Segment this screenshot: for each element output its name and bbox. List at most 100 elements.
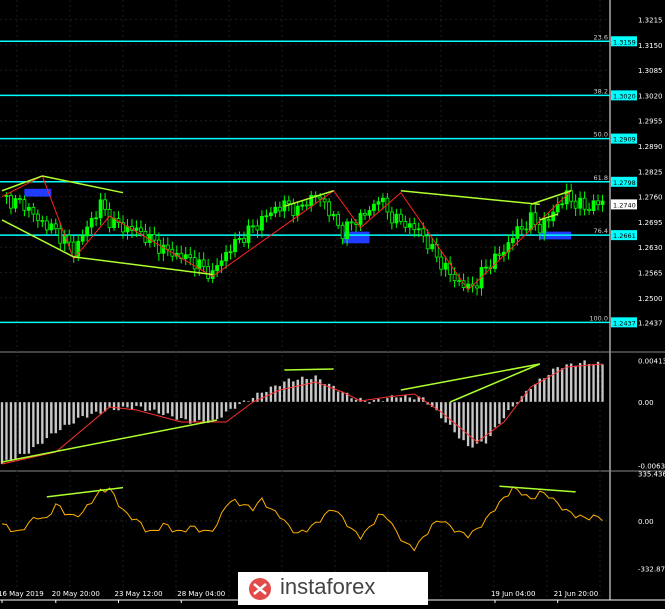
histogram-bar (49, 401, 53, 434)
candle-body (94, 217, 99, 220)
trend-line (284, 190, 334, 208)
candle-body (242, 237, 246, 243)
candle-body (304, 204, 309, 207)
price-tick-label: 1.3085 (638, 67, 663, 75)
histogram-bar (547, 374, 551, 403)
candle-body (340, 224, 345, 240)
histogram-bar (305, 378, 309, 403)
trend-line (400, 190, 540, 206)
histogram-bar (484, 401, 488, 444)
instaforex-logo-icon (249, 578, 271, 600)
candle-body (573, 200, 578, 209)
candle-body (134, 227, 139, 231)
fibonacci-price-label: 1.3159 (613, 38, 636, 46)
histogram-bar (367, 401, 372, 405)
candle-body (224, 251, 228, 262)
fibonacci-ratio-label: 23.6 (594, 33, 608, 41)
candle-body (510, 238, 515, 243)
histogram-bar (211, 401, 215, 421)
histogram-bar (582, 359, 587, 403)
candle-body (9, 195, 13, 209)
histogram-bar (296, 379, 300, 403)
price-tick-label: 1.2955 (638, 118, 663, 126)
fibonacci-ratio-label: 76.4 (594, 227, 608, 235)
candle-body (286, 200, 291, 204)
candle-body (237, 237, 242, 240)
histogram-bar (529, 388, 533, 403)
histogram-bar (439, 401, 443, 419)
time-tick-label: 21 Jun 20:00 (554, 590, 598, 598)
candle-body (421, 228, 426, 237)
histogram-bar (587, 363, 591, 403)
trend-line (1, 175, 43, 192)
candle-body (40, 219, 45, 222)
histogram-bar (179, 401, 183, 419)
candle-body (416, 228, 421, 231)
candle-body (515, 226, 520, 239)
cci-tick-label: 335.4369 (638, 470, 665, 478)
histogram-bar (0, 401, 4, 465)
candle-body (165, 244, 170, 250)
histogram-bar (45, 401, 49, 439)
histogram-bar (403, 394, 407, 403)
histogram-bar (399, 397, 403, 403)
candle-body (358, 212, 363, 225)
histogram-bar (9, 401, 13, 462)
histogram-bar (381, 400, 385, 403)
histogram-bar (90, 401, 94, 415)
candle-body (300, 204, 305, 207)
candle-body (26, 206, 31, 211)
candle-body (587, 208, 591, 211)
candle-body (519, 226, 524, 230)
histogram-bar (596, 361, 600, 403)
histogram-bar (372, 399, 376, 403)
histogram-bar (94, 401, 98, 413)
histogram-bar (385, 397, 390, 403)
candle-body (412, 223, 417, 230)
histogram-bar (578, 362, 582, 403)
histogram-bar (314, 375, 318, 403)
candle-body (206, 265, 211, 279)
candle-body (528, 212, 533, 231)
watermark-logo: instaforex (238, 572, 428, 605)
candle-body (591, 200, 596, 211)
candle-body (560, 203, 565, 206)
histogram-bar (76, 401, 80, 419)
fibonacci-ratio-label: 38.2 (594, 87, 608, 95)
histogram-bar (273, 385, 277, 403)
candle-body (398, 213, 403, 222)
price-tick-label: 1.3020 (638, 92, 663, 100)
histogram-bar (318, 378, 322, 403)
candle-body (215, 265, 220, 272)
candle-body (80, 235, 85, 242)
time-tick-label: 28 May 04:00 (177, 590, 225, 598)
oscillator-tick-label: 0.00 (638, 399, 654, 407)
histogram-bar (116, 401, 121, 411)
price-tick-label: 1.2760 (638, 194, 663, 202)
candle-body (389, 211, 394, 224)
watermark-text: instaforex (280, 574, 376, 599)
histogram-bar (27, 401, 31, 455)
price-tick-label: 1.3150 (638, 42, 663, 50)
candle-body (452, 274, 457, 282)
histogram-bar (394, 397, 398, 403)
candle-body (233, 239, 237, 253)
price-tick-label: 1.2630 (638, 244, 663, 252)
candle-body (430, 243, 435, 250)
candle-body (349, 221, 354, 224)
candle-body (58, 228, 63, 244)
histogram-bar (130, 401, 134, 410)
candle-body (524, 228, 529, 231)
histogram-bar (502, 401, 506, 419)
cci-tick-label: -332.874 (638, 565, 665, 573)
fibonacci-ratio-label: 100.0 (589, 314, 608, 322)
candle-body (147, 233, 152, 243)
candle-body (537, 224, 542, 234)
candle-body (394, 213, 399, 224)
histogram-bar (112, 401, 116, 411)
histogram-bar (453, 401, 457, 433)
histogram-bar (85, 401, 89, 419)
oscillator-trend-line (400, 363, 540, 391)
histogram-bar (36, 401, 40, 445)
histogram-bar (323, 383, 327, 403)
